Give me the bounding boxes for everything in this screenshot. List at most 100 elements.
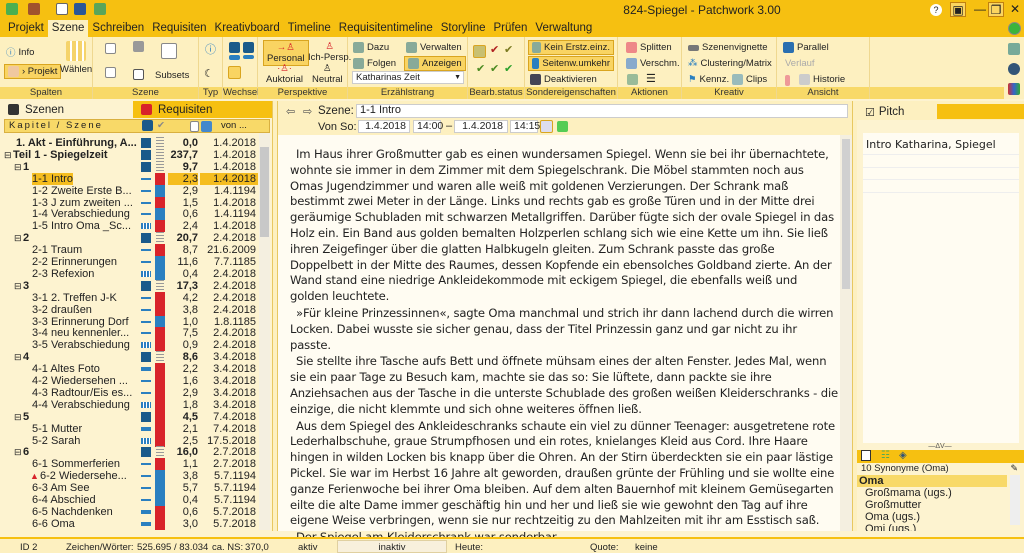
status-red-icon[interactable] [155, 434, 165, 447]
menu-pruefen[interactable]: Prüfen [490, 20, 532, 37]
tab-list-icon[interactable]: ☷ [881, 450, 890, 461]
time-from-input[interactable]: 14:00 [413, 120, 443, 133]
tree-row[interactable]: 1-3 J zum zweiten ... 1,5 1.4.2018 [4, 196, 258, 209]
status-red-icon[interactable] [155, 386, 165, 399]
tree-row[interactable]: ⊟ 5 4,5 7.4.2018 [4, 410, 258, 423]
menu-verwaltung[interactable]: Verwaltung [531, 20, 596, 37]
tree-row[interactable]: 3-3 Erinnerung Dorf 1,0 1.8.1185 [4, 315, 258, 328]
panel-resize-handle[interactable]: —ΔV— [900, 443, 980, 450]
tree-row[interactable]: 2-1 Traum 8,7 21.6.2009 [4, 244, 258, 257]
synonym-item[interactable]: Großmutter [857, 499, 1024, 511]
status-blue-icon[interactable] [155, 494, 165, 506]
edit-icon[interactable]: ✎ [1010, 463, 1018, 474]
status-red-icon[interactable] [155, 339, 165, 352]
tree-row[interactable]: 3-2 draußen 3,8 2.4.2018 [4, 303, 258, 316]
status-red-icon[interactable] [155, 220, 165, 233]
kein-erstz-button[interactable]: Kein Erstz.einz. [528, 40, 614, 55]
status-red-icon[interactable] [155, 505, 165, 518]
status-gray-icon[interactable] [156, 232, 164, 245]
text-editor[interactable]: Im Haus ihrer Großmutter gab es einen wu… [278, 135, 840, 544]
collapse-toggle-icon[interactable]: ⊟ [14, 161, 22, 173]
anzeigen-button[interactable]: Anzeigen [404, 56, 466, 71]
tree-row[interactable]: 4-3 Radtour/Eis es... 2,9 3.4.2018 [4, 386, 258, 399]
collapse-toggle-icon[interactable]: ⊟ [4, 149, 12, 161]
status-red-icon[interactable] [155, 291, 165, 304]
tree-row[interactable]: ▲ 6-2 Wiedersehe... 3,8 5.7.1194 [4, 470, 258, 483]
subsets-button[interactable]: Subsets [155, 70, 189, 81]
marker-icon[interactable] [785, 75, 790, 86]
tree-row[interactable]: 5-2 Sarah 2,5 17.5.2018 [4, 434, 258, 447]
tab-szenen[interactable]: Szenen [0, 101, 133, 118]
tab-notes-icon[interactable] [861, 450, 871, 461]
list-numbered-icon[interactable]: ☰ [646, 72, 656, 85]
col-kapitel[interactable]: Kapitel / Szene [9, 120, 103, 132]
collapse-toggle-icon[interactable]: ⊟ [14, 411, 22, 423]
status-red-icon[interactable] [155, 244, 165, 257]
status-blue-icon[interactable] [155, 256, 165, 268]
side-tool-3-icon[interactable] [1008, 83, 1020, 95]
pitch-text[interactable]: Intro Katharina, Spiegel [863, 133, 1019, 443]
status-none-icon[interactable] [473, 45, 486, 58]
splitten-button[interactable]: Splitten [626, 42, 672, 53]
col-length-icon[interactable] [190, 121, 199, 132]
folgen-button[interactable]: Folgen [353, 58, 396, 69]
close-button[interactable]: ✕ [1007, 2, 1023, 17]
kennz-button[interactable]: ⚑ Kennz. [688, 74, 729, 85]
collapse-toggle-icon[interactable]: ⊟ [14, 446, 22, 458]
menu-requisitentimeline[interactable]: Requisitentimeline [335, 20, 437, 37]
status-blue-icon[interactable] [155, 184, 165, 197]
pitch-checkbox[interactable]: ☑ Pitch [865, 106, 904, 119]
szenenvignette-button[interactable]: Szenenvignette [688, 42, 768, 53]
collapse-toggle-icon[interactable]: ⊟ [14, 232, 22, 244]
menu-timeline[interactable]: Timeline [284, 20, 335, 37]
tree-row[interactable]: 3-4 neu kennenler... 7,5 2.4.2018 [4, 327, 258, 340]
restore-button[interactable]: ❐ [988, 2, 1004, 17]
parallel-button[interactable]: Parallel [783, 42, 829, 53]
status-red-icon[interactable] [155, 422, 165, 435]
dazu-button[interactable]: Dazu [353, 42, 389, 53]
tree-row[interactable]: 4-1 Altes Foto 2,2 3.4.2018 [4, 363, 258, 376]
delete-icon[interactable] [133, 41, 144, 52]
status-inaktiv[interactable]: inaktiv [337, 540, 447, 553]
synonym-item[interactable]: Omi (ugs.) [857, 523, 1024, 531]
tree-row[interactable]: 4-4 Verabschiedung 1,8 3.4.2018 [4, 398, 258, 411]
neutral-button[interactable]: ♙ Neutral [312, 63, 343, 85]
status-blue-icon[interactable] [155, 482, 165, 495]
date-to-input[interactable]: 1.4.2018 [454, 120, 508, 133]
status-red-icon[interactable] [155, 517, 165, 530]
info-type-icon[interactable]: ⓘ [205, 41, 216, 57]
tree-row[interactable]: ⊟ 6 16,0 2.7.2018 [4, 446, 258, 459]
collapse-toggle-icon[interactable]: ⊟ [14, 351, 22, 363]
status-red-icon[interactable] [155, 196, 165, 209]
tab-book-icon[interactable]: ◈ [899, 450, 907, 461]
col-type-icon[interactable] [142, 120, 153, 131]
tree-row[interactable]: 3-5 Verabschiedung 0,9 2.4.2018 [4, 339, 258, 352]
tree-row[interactable]: 3-1 2. Treffen J-K 4,2 2.4.2018 [4, 291, 258, 304]
verwalten-button[interactable]: Verwalten [406, 42, 462, 53]
projekt-button[interactable]: › Projekt [4, 64, 62, 79]
status-red-icon[interactable] [155, 303, 165, 316]
tree-row[interactable]: 1-2 Zweite Erste B... 2,9 1.4.1194 [4, 184, 258, 197]
tree-row[interactable]: 2-2 Erinnerungen 11,6 7.7.1185 [4, 256, 258, 268]
status-red-icon[interactable] [155, 410, 165, 423]
check-doc-icon[interactable] [627, 74, 638, 85]
dots-type-icon[interactable] [229, 55, 240, 60]
status-gray-icon[interactable] [156, 279, 164, 292]
status-gray-icon[interactable] [156, 351, 164, 364]
forward-icon[interactable]: ⇨ [303, 105, 312, 118]
status-gray-icon[interactable] [156, 137, 164, 149]
auktorial-button[interactable]: ·♙· Auktorial [266, 63, 303, 85]
copy-scene-icon[interactable] [105, 67, 116, 78]
status-blue-icon[interactable] [155, 315, 165, 328]
tree-row[interactable]: 6-3 Am See 5,7 5.7.1194 [4, 482, 258, 495]
status-blue-icon[interactable] [155, 267, 165, 280]
col-status-icon[interactable]: ✔ [157, 120, 167, 132]
tree-row[interactable]: 4-2 Wiedersehen ... 1,6 3.4.2018 [4, 375, 258, 387]
status-red-icon[interactable] [155, 172, 165, 185]
historie-button[interactable]: Historie [799, 74, 845, 85]
status-gray-icon[interactable] [156, 446, 164, 459]
new-scene-icon[interactable] [105, 43, 116, 54]
confirm-check-icon[interactable] [557, 121, 568, 132]
menu-schreiben[interactable]: Schreiben [88, 20, 148, 37]
status-1-icon[interactable]: ✔ [490, 43, 499, 56]
